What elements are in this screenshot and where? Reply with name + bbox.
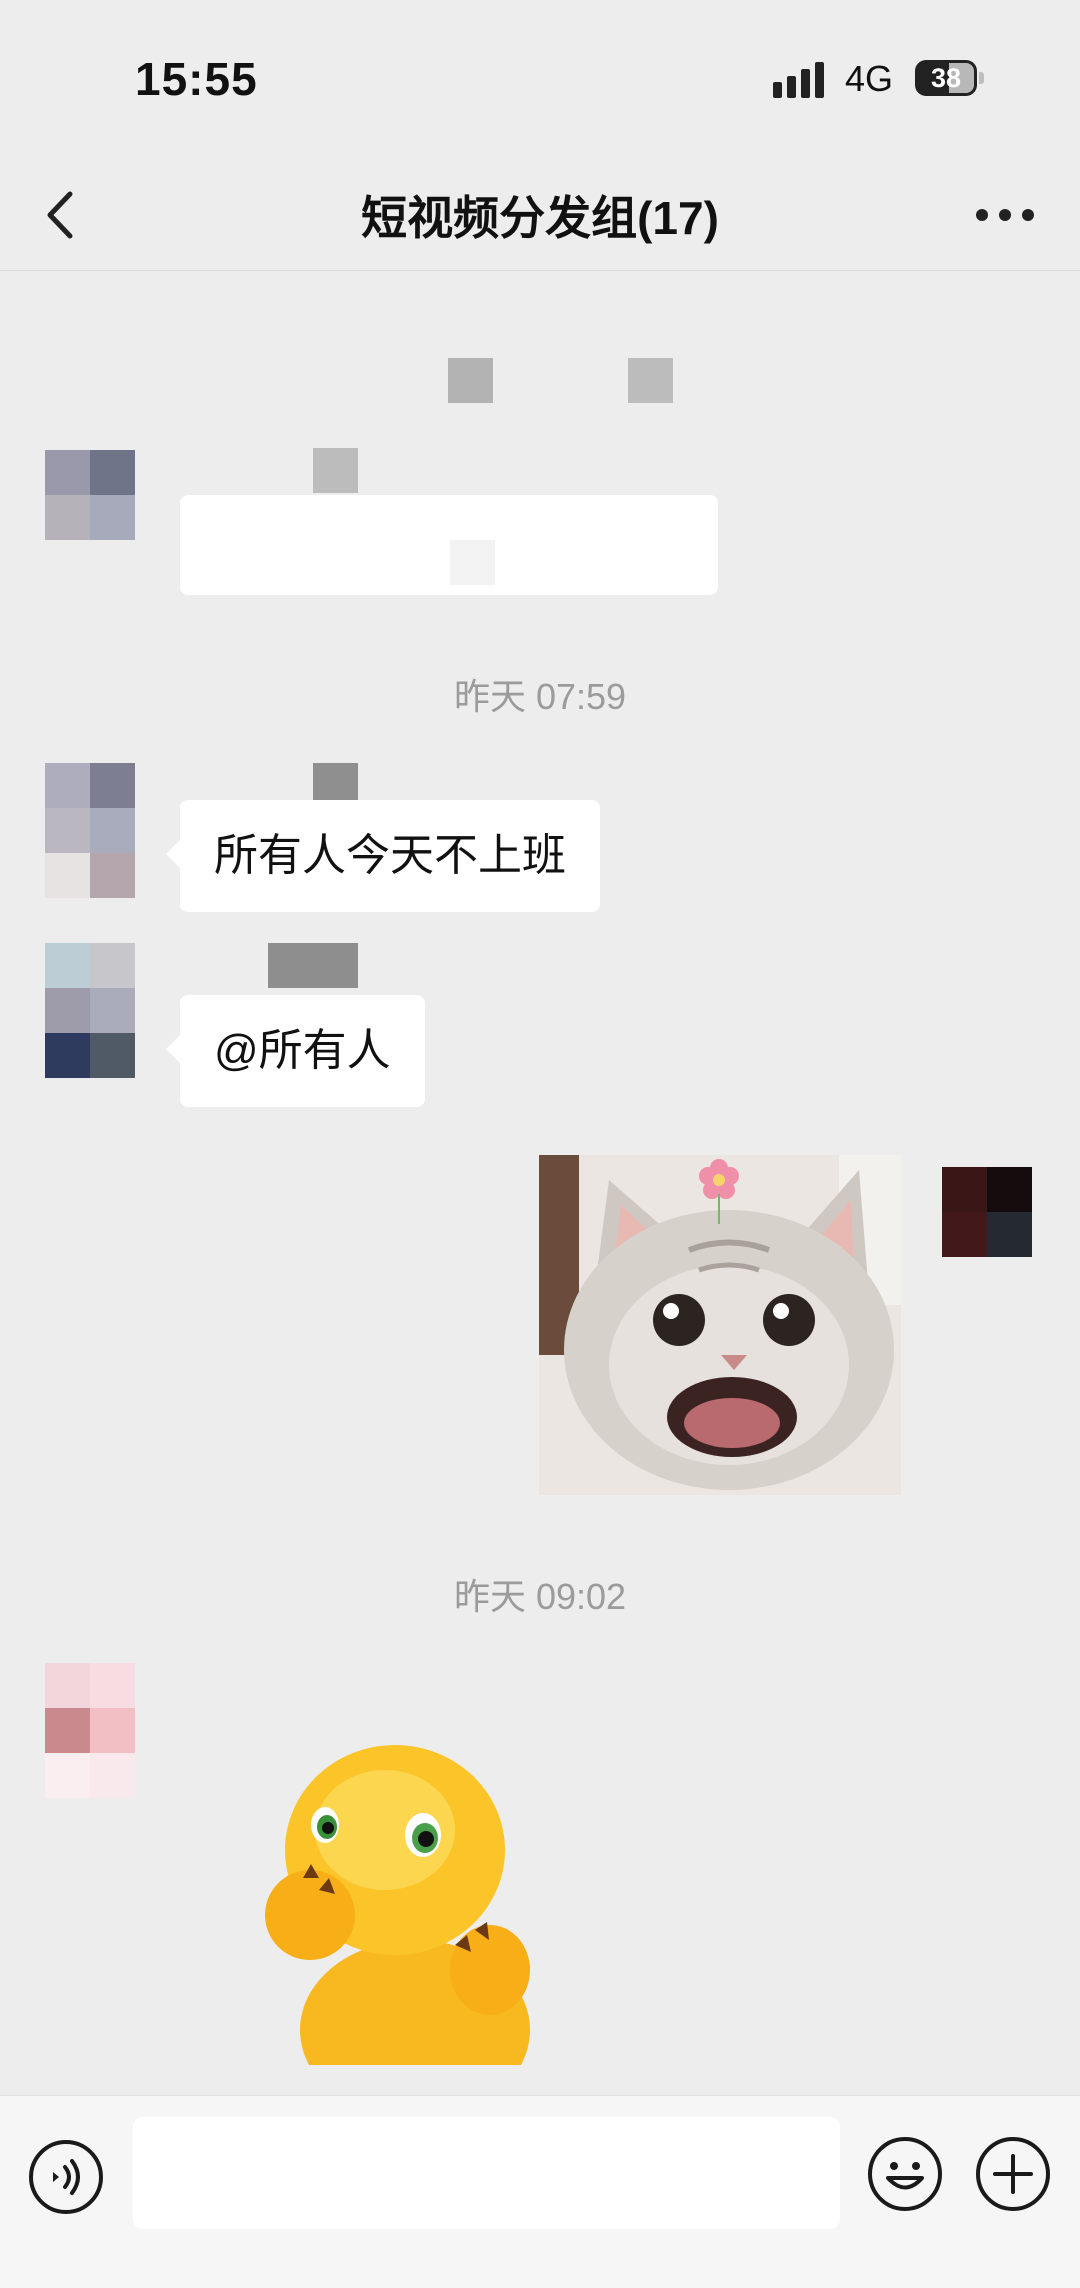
message-bubble[interactable]: @所有人	[166, 995, 425, 1107]
battery-level: 38	[930, 63, 962, 93]
avatar[interactable]	[45, 1663, 135, 1798]
chat-header: 短视频分发组(17)	[0, 160, 1080, 271]
timestamp: 昨天 09:02	[453, 1576, 627, 1617]
avatar[interactable]	[45, 450, 135, 540]
status-time: 15:55	[135, 53, 258, 105]
redacted-message-bubble[interactable]	[180, 495, 718, 595]
message-text: @所有人	[214, 1026, 391, 1075]
emoji-icon[interactable]	[866, 2135, 944, 2213]
sender-name-redacted	[313, 763, 358, 803]
message-text: 所有人今天不上班	[214, 831, 566, 880]
more-dots-icon[interactable]	[960, 180, 1050, 250]
plus-icon[interactable]	[974, 2135, 1052, 2213]
avatar[interactable]	[45, 943, 135, 1078]
network-label: 4G	[845, 58, 894, 99]
message-input[interactable]	[133, 2117, 840, 2229]
sender-name-redacted	[313, 448, 358, 493]
redacted-block	[448, 358, 493, 403]
redacted-block	[628, 358, 673, 403]
signal-icon	[773, 62, 824, 98]
cat-sticker[interactable]	[539, 1155, 901, 1495]
chat-title: 短视频分发组(17)	[361, 192, 719, 244]
message-bubble[interactable]: 所有人今天不上班	[166, 800, 600, 912]
avatar[interactable]	[45, 763, 135, 898]
yellow-creature-sticker[interactable]	[255, 1730, 555, 2065]
redacted-block	[450, 540, 495, 585]
self-avatar[interactable]	[942, 1167, 1032, 1257]
sender-name-redacted	[268, 943, 358, 988]
battery-icon: 38	[915, 60, 985, 96]
voice-icon[interactable]	[27, 2138, 105, 2216]
status-bar: 15:55 4G 38	[0, 0, 1080, 160]
timestamp: 昨天 07:59	[453, 676, 627, 717]
